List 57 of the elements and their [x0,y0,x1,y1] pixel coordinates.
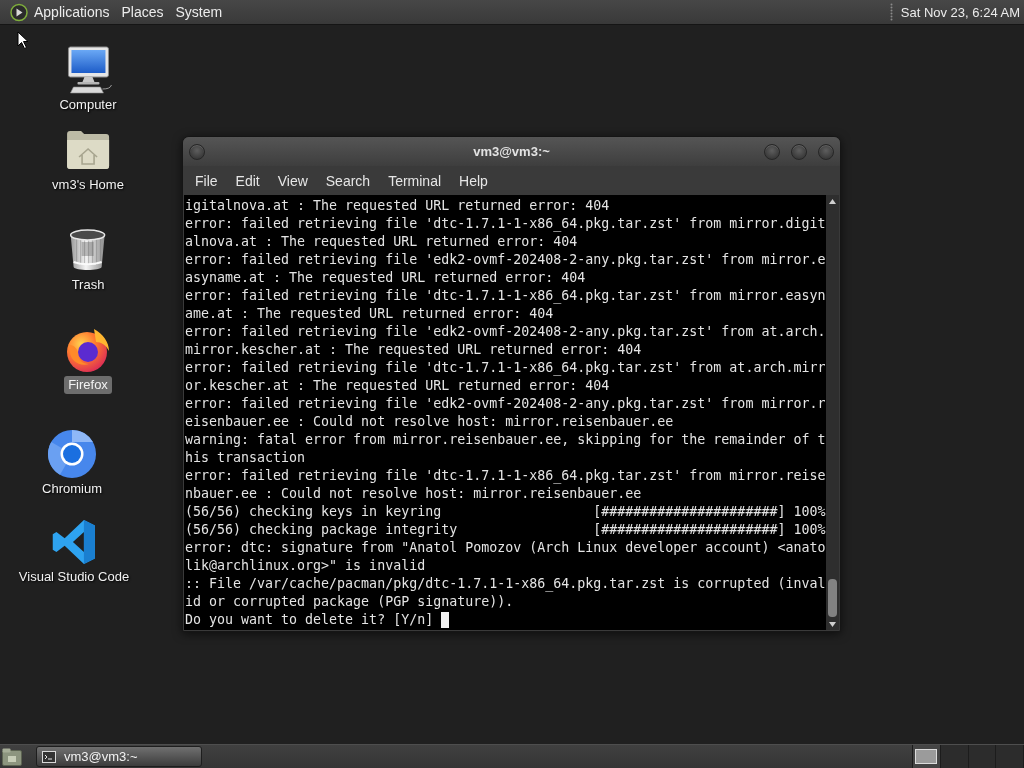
terminal-line: error: failed retrieving file 'edk2-ovmf-202408-2-any.pkg.tar.zst' from mirror.r [185,395,826,413]
trash-bin-icon[interactable] [68,228,108,272]
vscode-logo-icon[interactable] [52,519,96,565]
menu-item[interactable]: Terminal [379,172,451,189]
terminal-line: eisenbauer.ee : Could not resolve host: mirror.reisenbauer.ee [185,413,674,431]
workspace-switcher[interactable] [912,745,1024,768]
terminal-line: id or corrupted package (PGP signature)). [185,593,514,611]
desktop-icon-label[interactable]: vm3's Home [48,176,128,194]
terminal-line: mirror.kescher.at : The requested URL returned error: 404 [185,341,642,359]
arrow-up-icon[interactable] [829,199,836,204]
scrollbar[interactable] [826,195,839,630]
dotted-handle-icon[interactable] [889,3,893,21]
terminal-line: error: failed retrieving file 'dtc-1.7.1-1-x86_64.pkg.tar.zst' from mirror.reise [185,467,826,485]
desktop-icon-label[interactable]: Trash [67,276,109,294]
taskbar-button[interactable]: vm3@vm3:~ [36,746,202,767]
terminal-line: warning: fatal error from mirror.reisenbauer.ee, skipping for the remainder of t [185,431,826,449]
terminal-line: error: failed retrieving file 'dtc-1.7.1-1-x86_64.pkg.tar.zst' from at.arch.mirr [185,359,826,377]
panel-menu[interactable]: Places [115,2,170,22]
menu-item[interactable]: Search [316,172,380,189]
terminal-line: asyname.at : The requested URL returned error: 404 [185,269,586,287]
terminal-line: nbauer.ee : Could not resolve host: mirror.reisenbauer.ee [185,485,642,503]
terminal-icon [42,750,56,763]
clock[interactable]: Sat Nov 23, 6:24 AM [900,4,1020,20]
terminal-line: ame.at : The requested URL returned error: 404 [185,305,554,323]
menu-item[interactable]: Help [450,172,497,189]
home-folder-icon[interactable] [66,130,110,170]
terminal-line: error: failed retrieving file 'edk2-ovmf-202408-2-any.pkg.tar.zst' from at.arch. [185,323,826,341]
desktop-icon-label[interactable]: Firefox [64,376,112,394]
terminal-line: igitalnova.at : The requested URL returned error: 404 [185,197,610,215]
window-title: vm3@vm3:~ [473,144,550,159]
terminal-line: error: failed retrieving file 'dtc-1.7.1-1-x86_64.pkg.tar.zst' from mirror.easyn [185,287,826,305]
menu-item[interactable]: File [186,172,227,189]
desktop-icon-label[interactable]: Chromium [38,480,106,498]
panel-menu[interactable]: Applications [28,2,116,22]
terminal-line: (56/56) checking package integrity [######################] 100% [185,521,826,539]
menu-item[interactable]: Edit [226,172,269,189]
terminal-line: his transaction [185,449,306,467]
firefox-logo-icon[interactable] [64,327,112,373]
terminal-line: alnova.at : The requested URL returned error: 404 [185,233,578,251]
terminal-line: :: File /var/cache/pacman/pkg/dtc-1.7.1-1-x86_64.pkg.tar.zst is corrupted (inval [185,575,826,593]
mouse-pointer-icon [17,31,29,49]
show-desktop-icon[interactable] [2,747,22,766]
arrow-down-icon[interactable] [829,622,836,627]
terminal-line: (56/56) checking keys in keyring [######################] 100% [185,503,826,521]
terminal-prompt: Do you want to delete it? [Y/n] [185,611,434,629]
terminal-line: error: dtc: signature from "Anatol Pomozov (Arch Linux developer account) <anato [185,539,826,557]
panel-menu[interactable]: System [169,2,229,22]
desktop-icon-label[interactable]: Computer [55,96,121,114]
scrollbar-thumb[interactable] [828,579,837,617]
terminal-line: error: failed retrieving file 'dtc-1.7.1-1-x86_64.pkg.tar.zst' from mirror.digit [185,215,826,233]
chromium-logo-icon[interactable] [47,429,97,479]
play-logo-icon[interactable] [10,2,28,22]
desktop-icon-label[interactable]: Visual Studio Code [14,568,134,586]
terminal-line: lik@archlinux.org>" is invalid [185,557,426,575]
menu-item[interactable]: View [268,172,317,189]
terminal-line: or.kescher.at : The requested URL returned error: 404 [185,377,610,395]
terminal-line: error: failed retrieving file 'edk2-ovmf-202408-2-any.pkg.tar.zst' from mirror.e [185,251,826,269]
